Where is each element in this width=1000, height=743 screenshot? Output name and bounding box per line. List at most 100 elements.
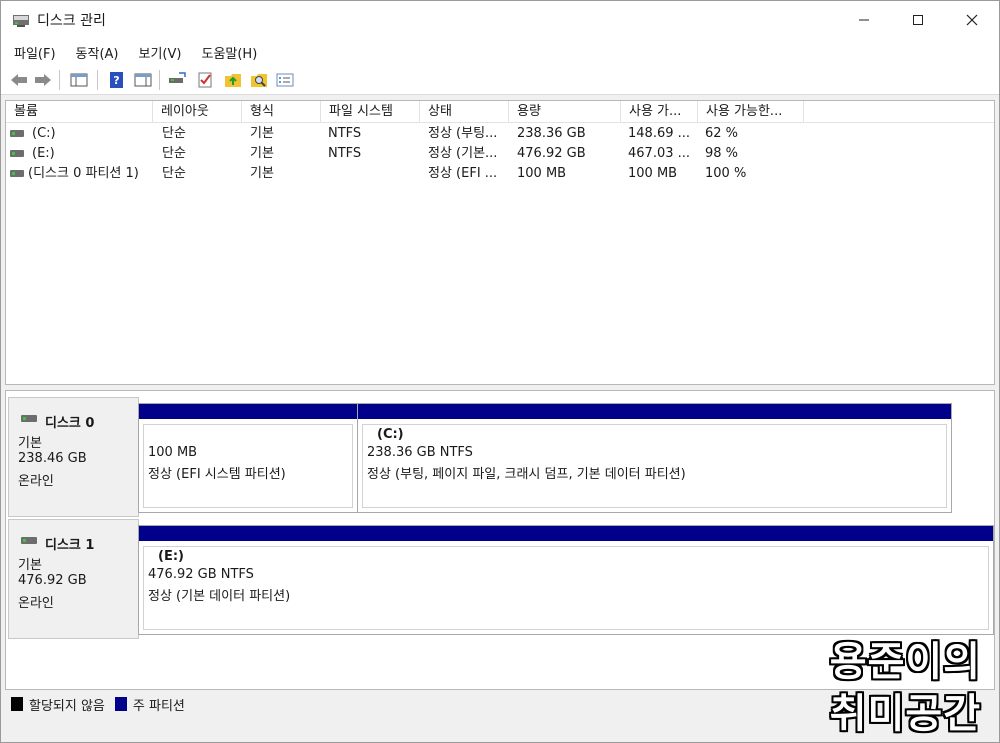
partition-efi[interactable]: 100 MB 정상 (EFI 시스템 파티션) bbox=[138, 403, 358, 513]
title-bar[interactable]: 디스크 관리 bbox=[1, 1, 999, 39]
column-file-system[interactable]: 파일 시스템 bbox=[321, 101, 420, 123]
show-action-pane-icon[interactable] bbox=[133, 71, 153, 89]
volume-percent: 98 % bbox=[705, 146, 739, 161]
disk-size: 476.92 GB bbox=[18, 573, 87, 588]
volume-name: (디스크 0 파티션 1) bbox=[28, 166, 139, 181]
volume-free: 467.03 ... bbox=[628, 146, 691, 161]
search-icon[interactable] bbox=[249, 71, 269, 89]
partition-body: (E:) 476.92 GB NTFS 정상 (기본 데이터 파티션) bbox=[143, 546, 989, 630]
primary-partition-bar bbox=[139, 404, 357, 419]
primary-partition-bar bbox=[139, 526, 993, 541]
unallocated-swatch bbox=[11, 697, 23, 711]
menu-file[interactable]: 파일(F) bbox=[7, 43, 63, 62]
partition-status: 정상 (EFI 시스템 파티션) bbox=[148, 467, 286, 482]
partition-e[interactable]: (E:) 476.92 GB NTFS 정상 (기본 데이터 파티션) bbox=[138, 525, 994, 635]
menu-help[interactable]: 도움말(H) bbox=[194, 43, 264, 62]
volume-capacity: 100 MB bbox=[517, 166, 567, 181]
menu-view[interactable]: 보기(V) bbox=[132, 43, 189, 62]
volume-status: 정상 (EFI ... bbox=[428, 166, 498, 181]
volume-layout: 단순 bbox=[162, 146, 186, 161]
properties-icon[interactable] bbox=[275, 71, 295, 89]
toolbar-separator bbox=[59, 70, 60, 90]
disk-name: 디스크 1 bbox=[45, 538, 95, 553]
watermark-line-1: 용준이의 bbox=[829, 639, 981, 685]
volume-percent: 62 % bbox=[705, 126, 739, 141]
disk-management-window: 디스크 관리 파일(F) 동작(A) 보기(V) 도움말(H) ? 볼륨 레이아… bbox=[0, 0, 1000, 743]
check-icon[interactable] bbox=[195, 71, 215, 89]
disk-size: 238.46 GB bbox=[18, 451, 87, 466]
legend-unallocated: 할당되지 않음 bbox=[29, 698, 105, 714]
disk-type: 기본 bbox=[18, 558, 42, 573]
volume-layout: 단순 bbox=[162, 126, 186, 141]
column-free-space[interactable]: 사용 가... bbox=[621, 101, 698, 123]
close-icon bbox=[966, 14, 978, 26]
partition-status: 정상 (기본 데이터 파티션) bbox=[148, 589, 291, 604]
partition-body: 100 MB 정상 (EFI 시스템 파티션) bbox=[143, 424, 353, 508]
volume-type: 기본 bbox=[250, 126, 274, 141]
volume-row[interactable]: (C:) 단순 기본 NTFS 정상 (부팅... 238.36 GB 148.… bbox=[6, 124, 994, 144]
show-console-tree-icon[interactable] bbox=[69, 71, 89, 89]
minimize-icon bbox=[859, 19, 869, 21]
partition-label: (E:) bbox=[158, 549, 184, 564]
volume-row[interactable]: (디스크 0 파티션 1) 단순 기본 정상 (EFI ... 100 MB 1… bbox=[6, 164, 994, 184]
column-volume[interactable]: 볼륨 bbox=[6, 101, 153, 123]
partition-c[interactable]: (C:) 238.36 GB NTFS 정상 (부팅, 페이지 파일, 크래시 … bbox=[357, 403, 952, 513]
help-icon[interactable]: ? bbox=[107, 71, 127, 89]
disk-type: 기본 bbox=[18, 436, 42, 451]
svg-text:?: ? bbox=[113, 74, 119, 87]
volume-capacity: 476.92 GB bbox=[517, 146, 586, 161]
volume-fs: NTFS bbox=[328, 146, 362, 161]
primary-partition-swatch bbox=[114, 697, 127, 711]
disk-state: 온라인 bbox=[18, 474, 54, 489]
volume-name: (E:) bbox=[32, 146, 55, 161]
toolbar: ? bbox=[1, 65, 999, 95]
maximize-button[interactable] bbox=[891, 1, 945, 39]
close-button[interactable] bbox=[945, 1, 999, 39]
partition-label: (C:) bbox=[377, 427, 404, 442]
connect-icon[interactable] bbox=[167, 71, 187, 89]
partition-size: 238.36 GB NTFS bbox=[367, 445, 473, 460]
primary-partition-bar bbox=[358, 404, 951, 419]
drive-icon bbox=[10, 150, 24, 157]
window-title: 디스크 관리 bbox=[37, 13, 106, 29]
disk-management-icon bbox=[13, 15, 29, 27]
maximize-icon bbox=[913, 15, 923, 25]
volume-type: 기본 bbox=[250, 166, 274, 181]
partition-status: 정상 (부팅, 페이지 파일, 크래시 덤프, 기본 데이터 파티션) bbox=[367, 467, 686, 482]
menu-action[interactable]: 동작(A) bbox=[69, 43, 126, 62]
volume-layout: 단순 bbox=[162, 166, 186, 181]
column-type[interactable]: 형식 bbox=[242, 101, 321, 123]
back-icon[interactable] bbox=[9, 71, 29, 89]
volume-capacity: 238.36 GB bbox=[517, 126, 586, 141]
up-folder-icon[interactable] bbox=[223, 71, 243, 89]
volume-status: 정상 (기본... bbox=[428, 146, 498, 161]
partition-size: 476.92 GB NTFS bbox=[148, 567, 254, 582]
volume-row[interactable]: (E:) 단순 기본 NTFS 정상 (기본... 476.92 GB 467.… bbox=[6, 144, 994, 164]
volume-free: 100 MB bbox=[628, 166, 678, 181]
volume-percent: 100 % bbox=[705, 166, 747, 181]
column-percent-free[interactable]: 사용 가능한... bbox=[698, 101, 804, 123]
column-capacity[interactable]: 용량 bbox=[509, 101, 621, 123]
volume-name: (C:) bbox=[32, 126, 56, 141]
legend-primary-partition: 주 파티션 bbox=[132, 698, 185, 714]
volume-free: 148.69 ... bbox=[628, 126, 691, 141]
volume-fs: NTFS bbox=[328, 126, 362, 141]
minimize-button[interactable] bbox=[837, 1, 891, 39]
menu-bar: 파일(F) 동작(A) 보기(V) 도움말(H) bbox=[1, 39, 999, 65]
volume-list-header: 볼륨 레이아웃 형식 파일 시스템 상태 용량 사용 가... 사용 가능한..… bbox=[6, 101, 994, 123]
toolbar-separator bbox=[159, 70, 160, 90]
disk-icon bbox=[21, 415, 37, 422]
watermark-line-2: 취미공간 bbox=[829, 691, 981, 737]
column-status[interactable]: 상태 bbox=[420, 101, 509, 123]
forward-icon[interactable] bbox=[33, 71, 53, 89]
volume-list[interactable]: 볼륨 레이아웃 형식 파일 시스템 상태 용량 사용 가... 사용 가능한..… bbox=[5, 100, 995, 385]
volume-status: 정상 (부팅... bbox=[428, 126, 498, 141]
disk-state: 온라인 bbox=[18, 596, 54, 611]
column-layout[interactable]: 레이아웃 bbox=[153, 101, 242, 123]
disk-1-info[interactable]: 디스크 1 기본 476.92 GB 온라인 bbox=[8, 519, 139, 639]
drive-icon bbox=[10, 170, 24, 177]
partition-size: 100 MB bbox=[148, 445, 198, 460]
disk-name: 디스크 0 bbox=[45, 416, 95, 431]
disk-0-info[interactable]: 디스크 0 기본 238.46 GB 온라인 bbox=[8, 397, 139, 517]
drive-icon bbox=[10, 130, 24, 137]
